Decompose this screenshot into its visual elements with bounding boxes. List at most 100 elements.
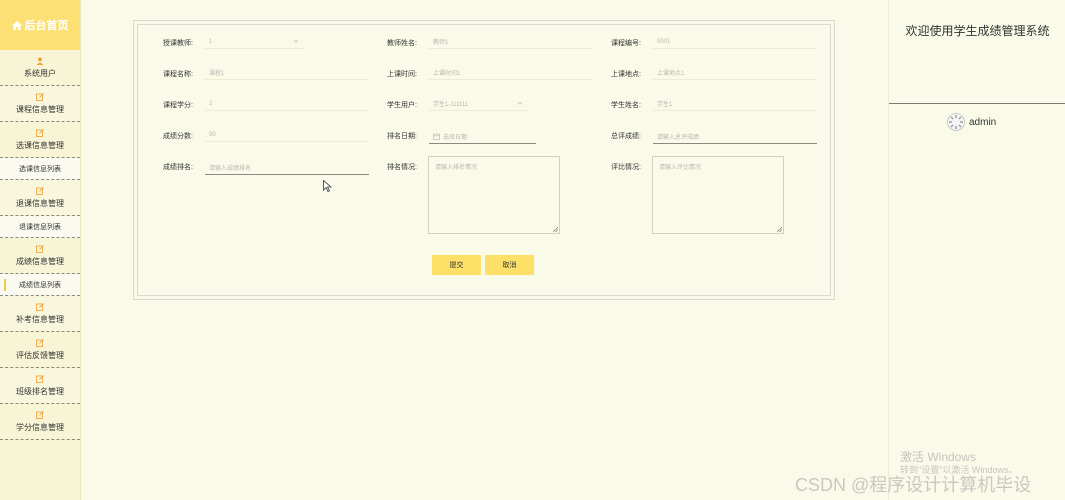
class-time-field[interactable]: 上课时间1 bbox=[429, 66, 593, 80]
student-user-select[interactable]: 学生1-111111 bbox=[429, 97, 529, 111]
sidebar: 后台首页 系统用户课程信息管理选课信息管理选课信息列表 退课信息管理 退课信息列表成… bbox=[0, 0, 81, 500]
edit-icon bbox=[36, 411, 44, 419]
right-panel: 欢迎使用学生成绩管理系统 admin bbox=[888, 0, 1065, 500]
course-no-label: 课程编号: bbox=[611, 40, 641, 47]
submit-button[interactable]: 提交 bbox=[432, 255, 481, 275]
divider bbox=[889, 103, 1065, 104]
teacher-name-value: 教师1 bbox=[433, 40, 449, 46]
review-placeholder: 请输入评比情况 bbox=[659, 165, 702, 171]
course-no-value: 0001 bbox=[657, 38, 671, 45]
edit-icon bbox=[36, 339, 44, 347]
rank-date-label: 排名日期: bbox=[387, 133, 417, 140]
sidebar-item-4[interactable]: 退课信息管理 bbox=[0, 180, 80, 216]
review-label: 评比情况: bbox=[611, 164, 641, 171]
edit-icon bbox=[36, 129, 44, 137]
sidebar-item-icon-wrap bbox=[36, 244, 44, 254]
course-name-label: 课程名称: bbox=[163, 71, 193, 78]
total-score-input[interactable]: 请输入总评成绩 bbox=[653, 130, 817, 144]
score-label: 成绩分数: bbox=[163, 133, 193, 140]
credit-field[interactable]: 2 bbox=[205, 97, 369, 111]
edit-icon bbox=[36, 245, 44, 253]
sidebar-item-label: 学分信息管理 bbox=[16, 423, 64, 432]
score-rank-placeholder: 请输入成绩排名 bbox=[209, 166, 252, 172]
calendar-icon bbox=[433, 133, 440, 140]
cancel-button[interactable]: 取消 bbox=[485, 255, 534, 275]
sidebar-item-label: 课程信息管理 bbox=[16, 105, 64, 114]
teacher-select[interactable]: 1 bbox=[205, 35, 305, 49]
sidebar-item-7-sublink[interactable]: 成绩信息列表 bbox=[0, 274, 80, 296]
total-score-label: 总评成绩: bbox=[611, 133, 641, 140]
sidebar-home-link[interactable]: 后台首页 bbox=[0, 0, 80, 50]
sidebar-item-10[interactable]: 班级排名管理 bbox=[0, 368, 80, 404]
sidebar-item-label: 成绩信息管理 bbox=[16, 257, 64, 266]
student-name-value: 学生1 bbox=[657, 102, 673, 108]
sidebar-item-6[interactable]: 成绩信息管理 bbox=[0, 238, 80, 274]
sidebar-item-1[interactable]: 课程信息管理 bbox=[0, 86, 80, 122]
sidebar-item-icon-wrap bbox=[36, 92, 44, 102]
review-textarea[interactable]: 请输入评比情况 bbox=[652, 156, 784, 234]
rank-date-placeholder: 选择日期 bbox=[443, 135, 468, 141]
teacher-value: 1 bbox=[209, 38, 213, 45]
teacher-name-label: 教师姓名: bbox=[387, 40, 417, 47]
resize-grip-icon[interactable] bbox=[553, 227, 558, 232]
sidebar-item-3-sublink[interactable]: 选课信息列表 bbox=[0, 158, 80, 180]
sidebar-item-9[interactable]: 评估反馈管理 bbox=[0, 332, 80, 368]
student-user-label: 学生用户: bbox=[387, 102, 417, 109]
sidebar-item-label: 退课信息管理 bbox=[16, 199, 64, 208]
sidebar-item-icon-wrap bbox=[36, 128, 44, 138]
sidebar-item-icon-wrap bbox=[36, 186, 44, 196]
sidebar-sub-label: 成绩信息列表 bbox=[19, 281, 61, 289]
sidebar-sub-label: 退课信息列表 bbox=[19, 223, 61, 231]
mouse-cursor-icon bbox=[323, 180, 332, 192]
sidebar-item-icon-wrap bbox=[36, 56, 44, 66]
sidebar-item-label: 班级排名管理 bbox=[16, 387, 64, 396]
class-place-label: 上课地点: bbox=[611, 71, 641, 78]
class-time-label: 上课时间: bbox=[387, 71, 417, 78]
sidebar-item-label: 评估反馈管理 bbox=[16, 351, 64, 360]
sidebar-item-label: 补考信息管理 bbox=[16, 315, 64, 324]
score-rank-input[interactable]: 请输入成绩排名 bbox=[205, 161, 369, 175]
sidebar-item-label: 系统用户 bbox=[24, 69, 56, 78]
user-menu[interactable]: admin bbox=[947, 113, 996, 131]
class-place-field[interactable]: 上课地点1 bbox=[653, 66, 817, 80]
sidebar-item-2[interactable]: 选课信息管理 bbox=[0, 122, 80, 158]
student-user-value: 学生1-111111 bbox=[433, 102, 469, 108]
class-time-value: 上课时间1 bbox=[433, 71, 461, 77]
edit-icon bbox=[36, 303, 44, 311]
csdn-watermark: CSDN @程序设计计算机毕设 bbox=[795, 475, 1032, 495]
rank-date-picker[interactable]: 选择日期 bbox=[429, 130, 536, 144]
student-name-field[interactable]: 学生1 bbox=[653, 97, 817, 111]
teacher-name-field[interactable]: 教师1 bbox=[429, 35, 593, 49]
course-no-field[interactable]: 0001 bbox=[653, 35, 817, 49]
resize-grip-icon[interactable] bbox=[777, 227, 782, 232]
score-value: 90 bbox=[209, 131, 216, 138]
sidebar-sub-label: 选课信息列表 bbox=[19, 165, 61, 173]
edit-icon bbox=[36, 375, 44, 383]
user-icon bbox=[36, 57, 44, 65]
score-rank-label: 成绩排名: bbox=[163, 164, 193, 171]
credit-value: 2 bbox=[209, 100, 213, 107]
chevron-down-icon bbox=[517, 101, 523, 105]
sidebar-item-icon-wrap bbox=[36, 338, 44, 348]
edit-icon bbox=[36, 187, 44, 195]
score-field[interactable]: 90 bbox=[205, 128, 369, 142]
chevron-down-icon bbox=[293, 39, 299, 43]
sidebar-item-icon-wrap bbox=[36, 302, 44, 312]
sidebar-header-label: 后台首页 bbox=[24, 20, 69, 32]
avatar-icon bbox=[947, 113, 965, 131]
course-name-field[interactable]: 课程1 bbox=[205, 66, 369, 80]
course-name-value: 课程1 bbox=[209, 71, 225, 77]
total-score-placeholder: 请输入总评成绩 bbox=[657, 135, 700, 141]
home-icon bbox=[11, 20, 22, 30]
edit-icon bbox=[36, 93, 44, 101]
class-place-value: 上课地点1 bbox=[657, 71, 685, 77]
rank-status-placeholder: 请输入排名情况 bbox=[435, 165, 478, 171]
rank-status-textarea[interactable]: 请输入排名情况 bbox=[428, 156, 560, 234]
credit-label: 课程学分: bbox=[163, 102, 193, 109]
sidebar-item-5-sublink[interactable]: 退课信息列表 bbox=[0, 216, 80, 238]
teacher-label: 授课教师: bbox=[163, 40, 193, 47]
welcome-title: 欢迎使用学生成绩管理系统 bbox=[905, 24, 1050, 38]
sidebar-item-0[interactable]: 系统用户 bbox=[0, 50, 80, 86]
sidebar-item-8[interactable]: 补考信息管理 bbox=[0, 296, 80, 332]
sidebar-item-11[interactable]: 学分信息管理 bbox=[0, 404, 80, 440]
